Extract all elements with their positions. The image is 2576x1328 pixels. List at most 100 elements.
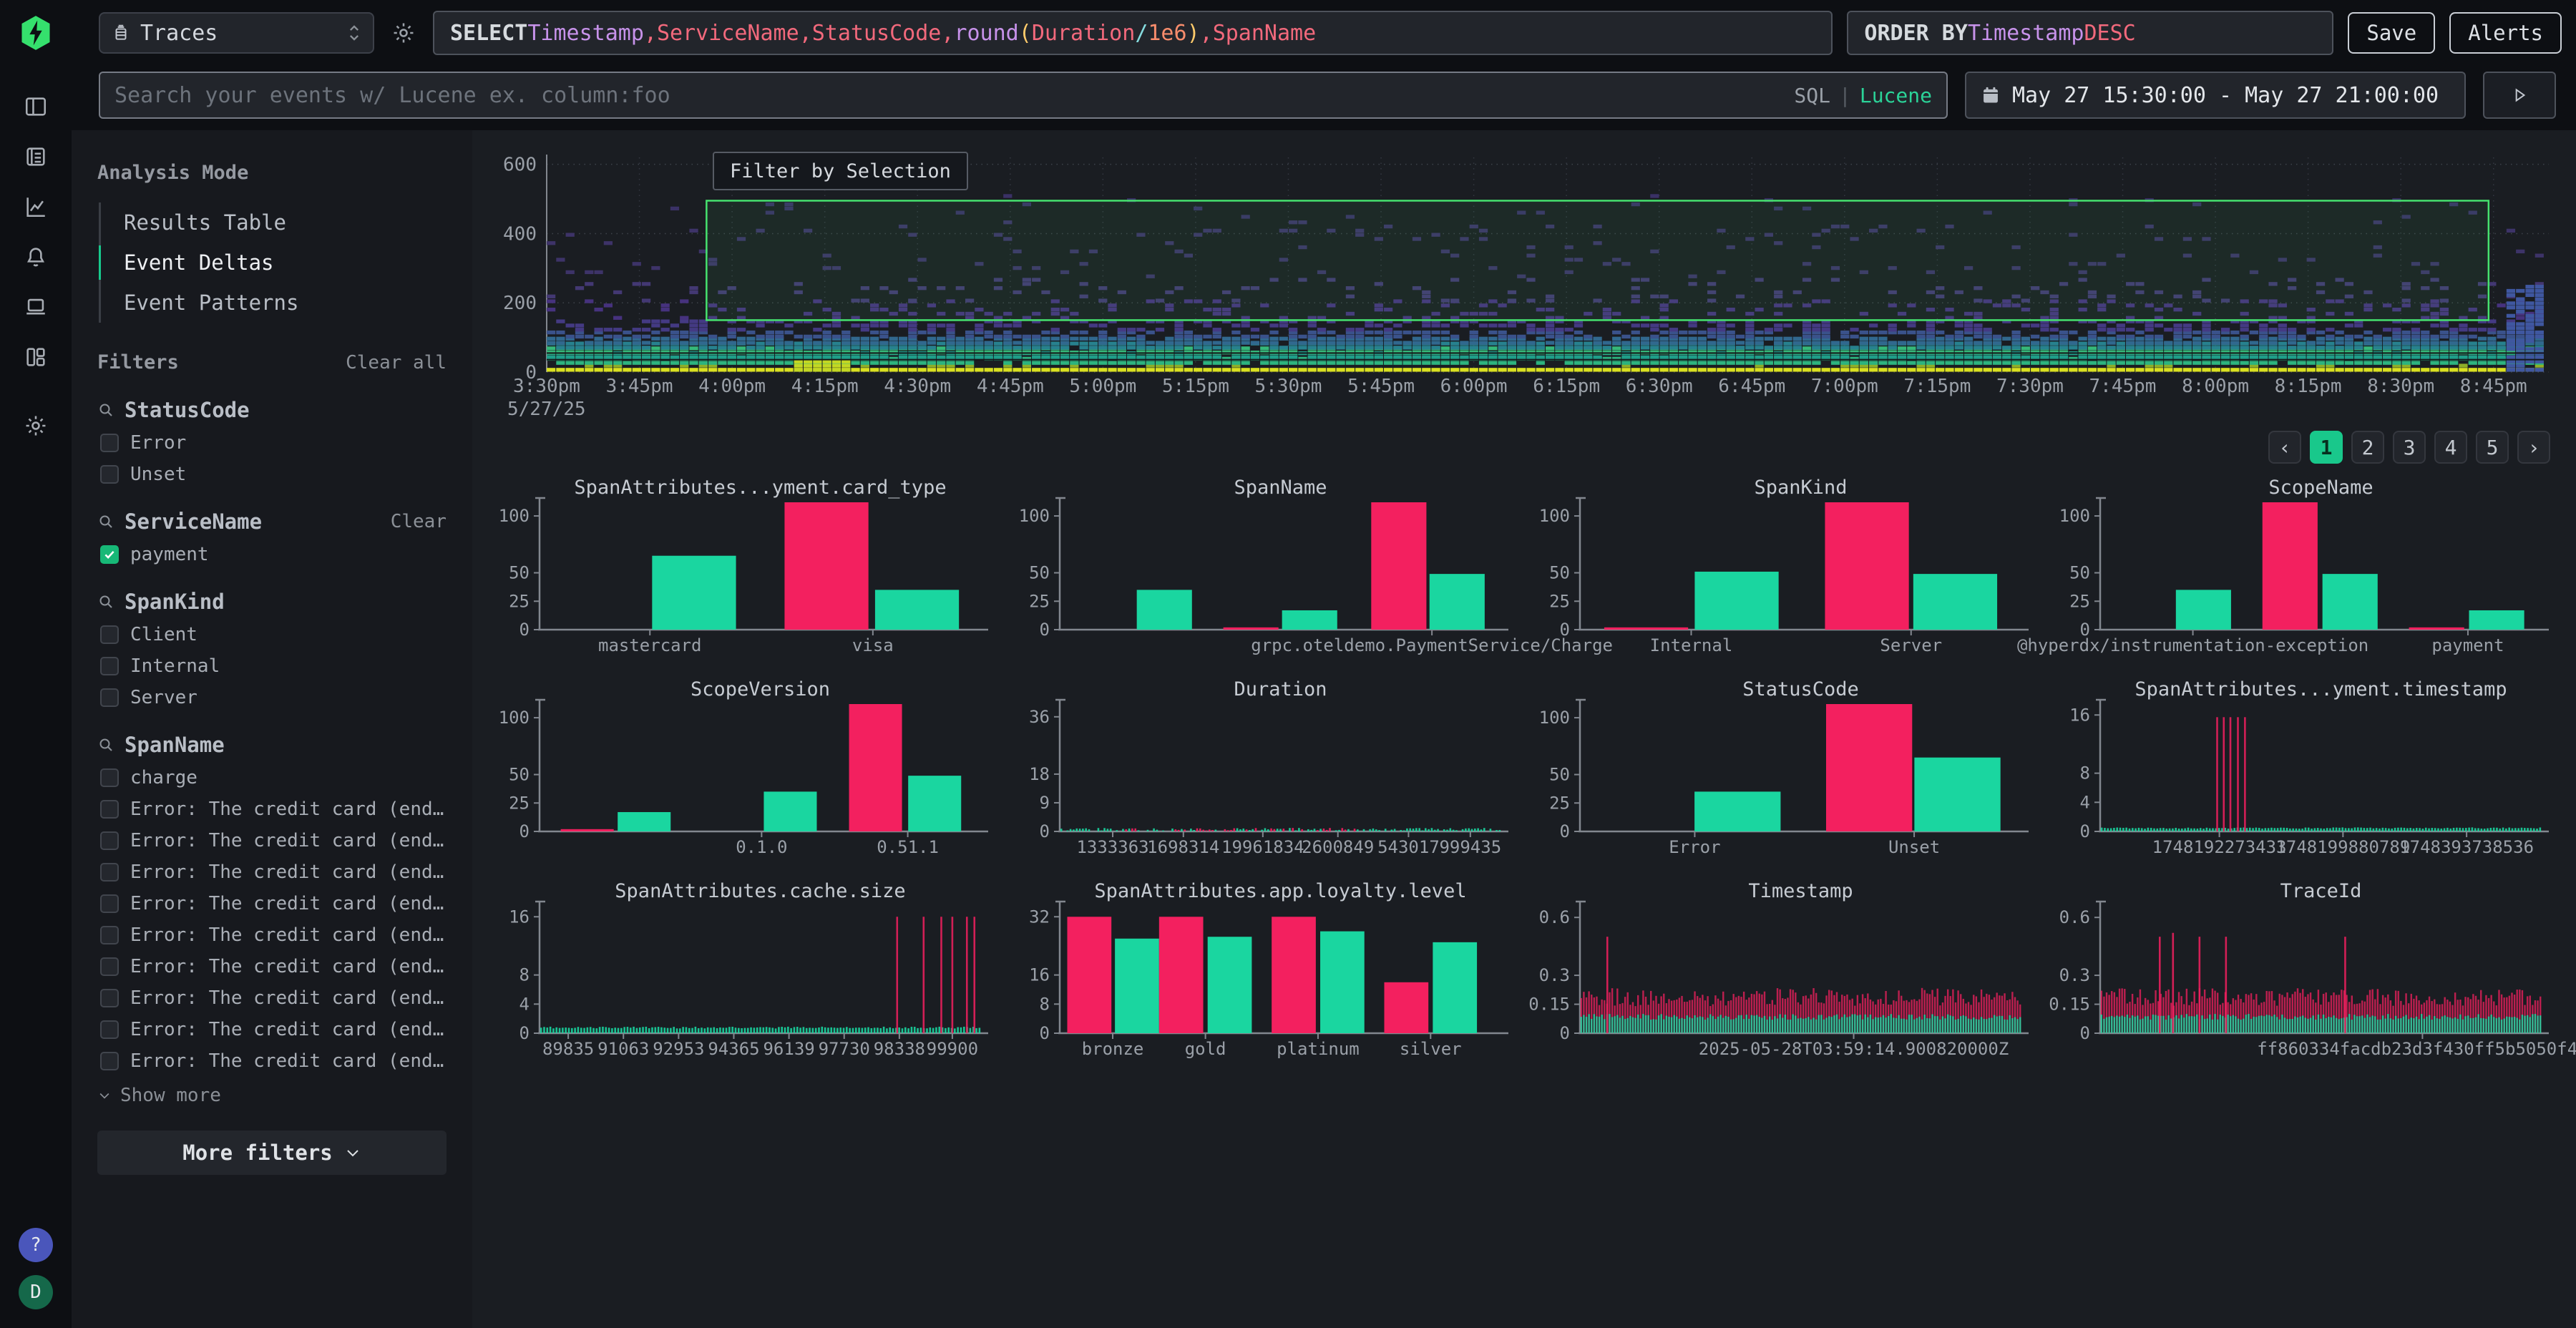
settings-gear-icon[interactable] <box>22 412 49 439</box>
chevron-updown-icon <box>347 24 361 42</box>
search-icon[interactable] <box>97 513 114 530</box>
checkbox[interactable] <box>100 1020 119 1039</box>
clear-all-link[interactable]: Clear all <box>346 352 447 374</box>
delta-chart-7[interactable]: SpanAttributes...yment.timestamp04816174… <box>2059 680 2550 860</box>
sessions-laptop-icon[interactable] <box>22 293 49 321</box>
checkbox[interactable] <box>100 800 119 819</box>
checkbox[interactable] <box>100 465 119 484</box>
page-button-3[interactable]: 3 <box>2393 431 2426 464</box>
delta-chart-0[interactable]: SpanAttributes...yment.card_type02550100… <box>498 478 990 658</box>
svg-text:0: 0 <box>1560 620 1570 640</box>
alerts-button[interactable]: Alerts <box>2449 12 2562 54</box>
delta-chart-6[interactable]: StatusCode02550100ErrorUnset <box>1538 680 2030 860</box>
svg-text:5:00pm: 5:00pm <box>1069 376 1136 397</box>
svg-text:0.51.1: 0.51.1 <box>877 837 939 857</box>
analysis-mode-item-event-patterns[interactable]: Event Patterns <box>101 283 447 323</box>
search-icon[interactable] <box>97 736 114 753</box>
chart-icon[interactable] <box>22 193 49 220</box>
clear-filter-link[interactable]: Clear <box>391 511 447 532</box>
delta-chart-1[interactable]: SpanName02550100grpc.oteldemo.PaymentSer… <box>1018 478 1510 658</box>
filter-option[interactable]: Error: The credit card (end… <box>100 893 447 914</box>
filter-option[interactable]: charge <box>100 767 447 788</box>
filter-option[interactable]: Error <box>100 432 447 454</box>
filter-option[interactable]: Unset <box>100 464 447 485</box>
alerts-bell-icon[interactable] <box>22 243 49 270</box>
show-more-toggle[interactable]: Show more <box>97 1085 447 1106</box>
search-icon[interactable] <box>97 593 114 610</box>
filter-option[interactable]: Error: The credit card (end… <box>100 924 447 946</box>
page-next-button[interactable]: › <box>2517 431 2550 464</box>
delta-chart-2[interactable]: SpanKind02550100InternalServer <box>1538 478 2030 658</box>
checkbox[interactable] <box>100 625 119 644</box>
checkbox[interactable] <box>100 989 119 1007</box>
svg-text:7:15pm: 7:15pm <box>1903 376 1971 397</box>
svg-text:0: 0 <box>2080 821 2090 841</box>
user-avatar[interactable]: D <box>19 1275 53 1309</box>
filter-option-label: Error: The credit card (end… <box>130 830 444 851</box>
filter-option[interactable]: Error: The credit card (end… <box>100 1019 447 1040</box>
help-button[interactable]: ? <box>19 1228 53 1262</box>
page-button-5[interactable]: 5 <box>2476 431 2509 464</box>
search-logs-icon[interactable] <box>22 143 49 170</box>
checkbox[interactable] <box>100 957 119 976</box>
more-filters-button[interactable]: More filters <box>97 1131 447 1175</box>
delta-chart-3[interactable]: ScopeName02550100@hyperdx/instrumentatio… <box>2059 478 2550 658</box>
delta-chart-9[interactable]: SpanAttributes.app.loyalty.level081632br… <box>1018 882 1510 1062</box>
checkbox[interactable] <box>100 926 119 944</box>
checkbox-checked[interactable] <box>100 545 119 564</box>
filter-option[interactable]: Server <box>100 687 447 708</box>
svg-text:ff860334facdb23d3f430ff5b5050f: ff860334facdb23d3f430ff5b5050f4f <box>2257 1039 2576 1059</box>
filter-option[interactable]: Error: The credit card (end… <box>100 987 447 1009</box>
sql-select-input[interactable]: SELECT Timestamp,ServiceName,StatusCode,… <box>433 11 1833 55</box>
lucene-toggle[interactable]: Lucene <box>1860 84 1932 107</box>
checkbox[interactable] <box>100 863 119 882</box>
filter-option[interactable]: Internal <box>100 655 447 677</box>
checkbox[interactable] <box>100 768 119 787</box>
analysis-mode-item-event-deltas[interactable]: Event Deltas <box>101 243 447 283</box>
delta-chart-11[interactable]: TraceId00.150.30.6ff860334facdb23d3f430f… <box>2059 882 2550 1062</box>
page-prev-button[interactable]: ‹ <box>2268 431 2301 464</box>
sidebar-toggle-icon[interactable] <box>22 93 49 120</box>
search-input[interactable] <box>114 83 1782 108</box>
source-select[interactable]: Traces <box>99 12 374 54</box>
svg-text:543017: 543017 <box>1377 837 1440 857</box>
filter-option[interactable]: Error: The credit card (end… <box>100 830 447 851</box>
filter-option-label: Error: The credit card (end… <box>130 893 444 914</box>
page-button-2[interactable]: 2 <box>2351 431 2384 464</box>
filter-option[interactable]: Error: The credit card (end… <box>100 956 447 977</box>
svg-text:0: 0 <box>1040 620 1050 640</box>
delta-chart-8[interactable]: SpanAttributes.cache.size048168983591063… <box>498 882 990 1062</box>
app-logo[interactable] <box>17 14 54 52</box>
checkbox[interactable] <box>100 657 119 675</box>
checkbox[interactable] <box>100 1052 119 1070</box>
filter-option[interactable]: Error: The credit card (end… <box>100 861 447 883</box>
checkbox[interactable] <box>100 434 119 452</box>
svg-text:16: 16 <box>1029 965 1050 985</box>
delta-chart-10[interactable]: Timestamp00.150.30.62025-05-28T03:59:14.… <box>1538 882 2030 1062</box>
page-button-1[interactable]: 1 <box>2310 431 2343 464</box>
run-query-button[interactable] <box>2483 72 2556 119</box>
checkbox[interactable] <box>100 831 119 850</box>
delta-chart-4[interactable]: ScopeVersion025501000.1.00.51.1 <box>498 680 990 860</box>
sql-toggle[interactable]: SQL <box>1794 84 1830 107</box>
svg-text:bronze: bronze <box>1082 1039 1144 1059</box>
filter-option[interactable]: Error: The credit card (end… <box>100 1050 447 1072</box>
save-button[interactable]: Save <box>2348 12 2435 54</box>
page-button-4[interactable]: 4 <box>2434 431 2467 464</box>
analysis-mode-item-results-table[interactable]: Results Table <box>101 202 447 243</box>
source-settings-button[interactable] <box>389 18 419 48</box>
filter-option[interactable]: Error: The credit card (end… <box>100 799 447 820</box>
chart-svg: SpanAttributes.cache.size048168983591063… <box>498 882 990 1062</box>
checkbox[interactable] <box>100 894 119 913</box>
filter-option[interactable]: Client <box>100 624 447 645</box>
order-by-input[interactable]: ORDER BY Timestamp DESC <box>1847 11 2333 55</box>
date-range-picker[interactable]: May 27 15:30:00 - May 27 21:00:00 <box>1965 72 2466 119</box>
delta-chart-5[interactable]: Duration09183613333631698314199618342600… <box>1018 680 1510 860</box>
checkbox[interactable] <box>100 688 119 707</box>
search-icon[interactable] <box>97 401 114 419</box>
query-token: ServiceName <box>657 21 799 46</box>
dashboards-icon[interactable] <box>22 343 49 371</box>
events-heatmap[interactable]: Filter by Selection 02004006003:30pm3:45… <box>498 142 2550 419</box>
filter-option[interactable]: payment <box>100 544 447 565</box>
filter-by-selection-tooltip[interactable]: Filter by Selection <box>713 152 968 190</box>
